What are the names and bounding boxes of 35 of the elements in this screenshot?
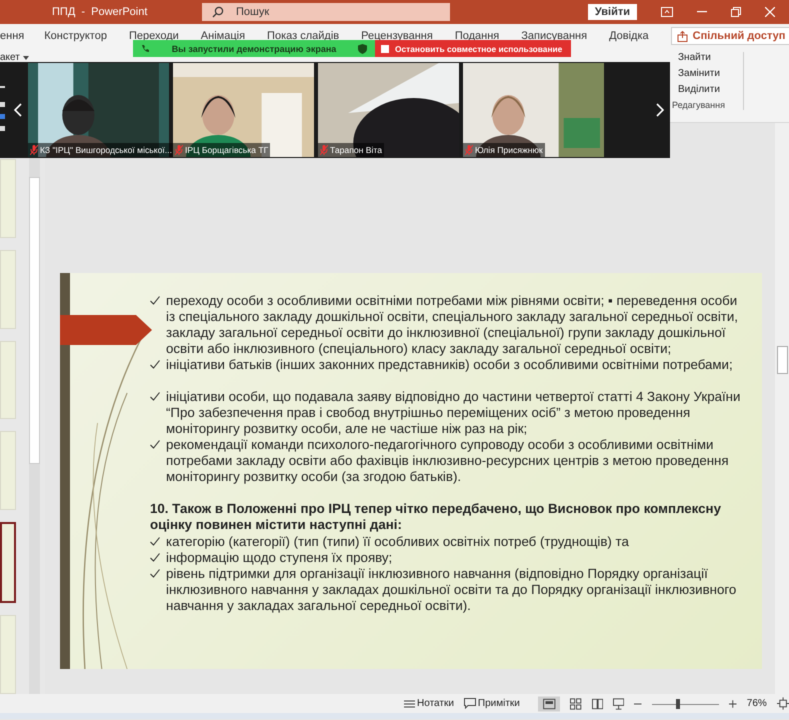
editing-item[interactable]: Виділити (672, 84, 725, 95)
window-title: ППД - PowerPoint (52, 6, 148, 18)
bullet-text: ініціативи особи, що подавала заяву відповідно до частини четвертої статті 4 Закону України “Про забезпечення прав і свобод внутрішньо переміщених осіб” з метою проведення моніторингу розвитку особи, але не частіше ніж раз на рік; (166, 389, 742, 437)
slide-heading: 10. Також в Положенні про ІРЦ тепер чітко передбачено, що Висновок про комплексну оцінку повинен містити наступні дані: (150, 501, 722, 533)
notes-button[interactable]: Нотатки (404, 698, 454, 709)
ribbon-tab[interactable]: Переходи (128, 30, 179, 42)
comments-button[interactable]: Примітки (464, 698, 520, 709)
share-button[interactable]: Спільний доступ (670, 27, 789, 45)
ribbon-tab[interactable]: Показ слайдів (267, 30, 340, 42)
editing-item[interactable]: Замінити (672, 68, 725, 79)
ribbon-tab[interactable]: Довідка (609, 30, 649, 42)
participant-name: КЗ "ІРЦ" Вишгородської міської... (40, 145, 172, 155)
layout-button[interactable]: акет (0, 52, 29, 63)
participant-name: Тарапон Віта (330, 145, 382, 155)
editing-item[interactable]: Знайти (672, 52, 725, 63)
bullet-text: ініціативи батьків (інших законних представників) особи з особливими освітніми потребами; (166, 357, 734, 373)
group-label: Редагування (672, 100, 725, 110)
ribbon-tab[interactable]: Анімація (200, 30, 246, 42)
participant-name: ІРЦ Борщагівська ТГ (185, 145, 268, 155)
search-field[interactable]: Пошук (202, 3, 450, 21)
zoom-reading: 76% (746, 698, 767, 709)
bullet-text: переходу особи з особливими освітніми потребами між рівнями освіти; ▪ переведення особи із спеціального закладу дошкільної освіти, спеціального закладу загальної середньої освіти, закладу загальної середньої освіти до інклюзивної (спеціальної) групи закладу дошкільної освіти або інклюзивного (спеціального) класу закладу загальної середньої освіти; (166, 293, 739, 357)
bullet-text: категорію (категорії) (тип (типи) її особливих освітніх потреб (труднощів) та (166, 534, 630, 550)
bullet-text: рівень підтримки для організації інклюзивного навчання (відповідно Порядку організації інклюзивного навчання у закладах дошкільної освіти та до Порядку організації інклюзивного навчання у закладах загальної середньої освіти). (166, 566, 738, 614)
sign-in-button[interactable]: Увійти (588, 4, 637, 20)
ribbon-tab[interactable]: ення (0, 30, 24, 42)
sharing-status-text: Вы запустили демонстрацию экрана (170, 44, 338, 54)
ribbon-tab[interactable]: Рецензування (361, 30, 433, 42)
ribbon-tab[interactable]: Записування (521, 30, 588, 42)
bullet-text: рекомендації команди психолого-педагогічного супроводу особи з особливими освітніми потребами закладу освіти або фахівців інклюзивно-ресурсних центрів з метою проведення моніторингу розвитку особи (за згодою батьків). (166, 437, 730, 485)
participant-name: Юлія Присяжнюк (475, 145, 543, 155)
ribbon-tab[interactable]: Конструктор (44, 30, 107, 42)
ribbon-tab[interactable]: Подання (454, 30, 500, 42)
stop-sharing-button[interactable]: Остановить совместное использование (375, 40, 571, 57)
bullet-text: інформацію щодо ступеня їх прояву; (166, 550, 394, 566)
